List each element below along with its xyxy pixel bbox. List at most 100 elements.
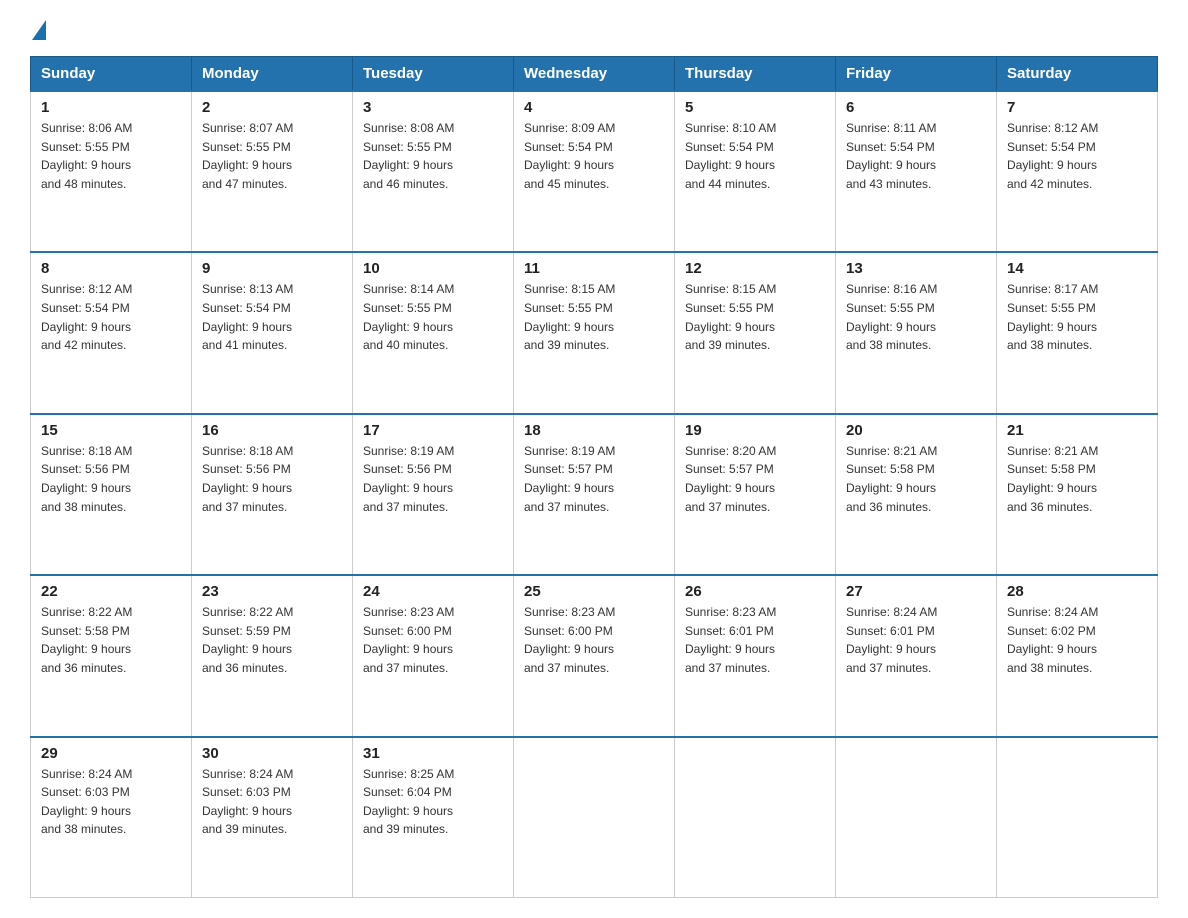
day-number: 13 (846, 260, 986, 277)
day-info: Sunrise: 8:14 AMSunset: 5:55 PMDaylight:… (363, 280, 503, 354)
calendar-cell: 31 Sunrise: 8:25 AMSunset: 6:04 PMDaylig… (353, 737, 514, 898)
day-info: Sunrise: 8:12 AMSunset: 5:54 PMDaylight:… (1007, 119, 1147, 193)
calendar-cell: 12 Sunrise: 8:15 AMSunset: 5:55 PMDaylig… (675, 252, 836, 413)
col-header-wednesday: Wednesday (514, 57, 675, 92)
col-header-tuesday: Tuesday (353, 57, 514, 92)
calendar-cell: 20 Sunrise: 8:21 AMSunset: 5:58 PMDaylig… (836, 414, 997, 575)
calendar-cell: 17 Sunrise: 8:19 AMSunset: 5:56 PMDaylig… (353, 414, 514, 575)
calendar-cell: 26 Sunrise: 8:23 AMSunset: 6:01 PMDaylig… (675, 575, 836, 736)
calendar-cell: 30 Sunrise: 8:24 AMSunset: 6:03 PMDaylig… (192, 737, 353, 898)
day-info: Sunrise: 8:18 AMSunset: 5:56 PMDaylight:… (41, 442, 181, 516)
day-number: 12 (685, 260, 825, 277)
day-info: Sunrise: 8:22 AMSunset: 5:59 PMDaylight:… (202, 603, 342, 677)
calendar-cell: 21 Sunrise: 8:21 AMSunset: 5:58 PMDaylig… (997, 414, 1158, 575)
calendar-cell: 2 Sunrise: 8:07 AMSunset: 5:55 PMDayligh… (192, 91, 353, 252)
calendar-cell: 15 Sunrise: 8:18 AMSunset: 5:56 PMDaylig… (31, 414, 192, 575)
day-number: 22 (41, 583, 181, 600)
day-number: 23 (202, 583, 342, 600)
day-info: Sunrise: 8:08 AMSunset: 5:55 PMDaylight:… (363, 119, 503, 193)
calendar-week-4: 22 Sunrise: 8:22 AMSunset: 5:58 PMDaylig… (31, 575, 1158, 736)
day-number: 4 (524, 99, 664, 116)
calendar-cell (675, 737, 836, 898)
day-number: 9 (202, 260, 342, 277)
calendar-table: SundayMondayTuesdayWednesdayThursdayFrid… (30, 56, 1158, 898)
calendar-cell: 25 Sunrise: 8:23 AMSunset: 6:00 PMDaylig… (514, 575, 675, 736)
day-info: Sunrise: 8:21 AMSunset: 5:58 PMDaylight:… (1007, 442, 1147, 516)
day-info: Sunrise: 8:13 AMSunset: 5:54 PMDaylight:… (202, 280, 342, 354)
day-info: Sunrise: 8:18 AMSunset: 5:56 PMDaylight:… (202, 442, 342, 516)
day-info: Sunrise: 8:21 AMSunset: 5:58 PMDaylight:… (846, 442, 986, 516)
calendar-cell: 22 Sunrise: 8:22 AMSunset: 5:58 PMDaylig… (31, 575, 192, 736)
day-info: Sunrise: 8:20 AMSunset: 5:57 PMDaylight:… (685, 442, 825, 516)
calendar-cell: 4 Sunrise: 8:09 AMSunset: 5:54 PMDayligh… (514, 91, 675, 252)
col-header-friday: Friday (836, 57, 997, 92)
calendar-cell: 29 Sunrise: 8:24 AMSunset: 6:03 PMDaylig… (31, 737, 192, 898)
day-number: 6 (846, 99, 986, 116)
day-number: 2 (202, 99, 342, 116)
calendar-cell: 28 Sunrise: 8:24 AMSunset: 6:02 PMDaylig… (997, 575, 1158, 736)
day-number: 11 (524, 260, 664, 277)
day-info: Sunrise: 8:16 AMSunset: 5:55 PMDaylight:… (846, 280, 986, 354)
day-info: Sunrise: 8:23 AMSunset: 6:00 PMDaylight:… (363, 603, 503, 677)
day-info: Sunrise: 8:09 AMSunset: 5:54 PMDaylight:… (524, 119, 664, 193)
calendar-cell: 1 Sunrise: 8:06 AMSunset: 5:55 PMDayligh… (31, 91, 192, 252)
day-number: 21 (1007, 422, 1147, 439)
day-info: Sunrise: 8:12 AMSunset: 5:54 PMDaylight:… (41, 280, 181, 354)
day-number: 15 (41, 422, 181, 439)
day-info: Sunrise: 8:24 AMSunset: 6:02 PMDaylight:… (1007, 603, 1147, 677)
day-info: Sunrise: 8:23 AMSunset: 6:00 PMDaylight:… (524, 603, 664, 677)
day-number: 14 (1007, 260, 1147, 277)
day-number: 27 (846, 583, 986, 600)
calendar-cell: 24 Sunrise: 8:23 AMSunset: 6:00 PMDaylig… (353, 575, 514, 736)
calendar-cell (514, 737, 675, 898)
day-info: Sunrise: 8:07 AMSunset: 5:55 PMDaylight:… (202, 119, 342, 193)
day-number: 7 (1007, 99, 1147, 116)
day-number: 16 (202, 422, 342, 439)
day-number: 28 (1007, 583, 1147, 600)
calendar-cell (997, 737, 1158, 898)
calendar-header-row: SundayMondayTuesdayWednesdayThursdayFrid… (31, 57, 1158, 92)
calendar-cell: 7 Sunrise: 8:12 AMSunset: 5:54 PMDayligh… (997, 91, 1158, 252)
day-info: Sunrise: 8:10 AMSunset: 5:54 PMDaylight:… (685, 119, 825, 193)
calendar-week-1: 1 Sunrise: 8:06 AMSunset: 5:55 PMDayligh… (31, 91, 1158, 252)
calendar-cell: 16 Sunrise: 8:18 AMSunset: 5:56 PMDaylig… (192, 414, 353, 575)
calendar-cell: 23 Sunrise: 8:22 AMSunset: 5:59 PMDaylig… (192, 575, 353, 736)
calendar-cell: 9 Sunrise: 8:13 AMSunset: 5:54 PMDayligh… (192, 252, 353, 413)
calendar-cell: 6 Sunrise: 8:11 AMSunset: 5:54 PMDayligh… (836, 91, 997, 252)
day-number: 1 (41, 99, 181, 116)
day-number: 20 (846, 422, 986, 439)
day-number: 26 (685, 583, 825, 600)
calendar-cell: 19 Sunrise: 8:20 AMSunset: 5:57 PMDaylig… (675, 414, 836, 575)
day-info: Sunrise: 8:15 AMSunset: 5:55 PMDaylight:… (685, 280, 825, 354)
day-number: 17 (363, 422, 503, 439)
calendar-cell: 5 Sunrise: 8:10 AMSunset: 5:54 PMDayligh… (675, 91, 836, 252)
calendar-cell: 11 Sunrise: 8:15 AMSunset: 5:55 PMDaylig… (514, 252, 675, 413)
calendar-cell: 3 Sunrise: 8:08 AMSunset: 5:55 PMDayligh… (353, 91, 514, 252)
col-header-saturday: Saturday (997, 57, 1158, 92)
day-number: 18 (524, 422, 664, 439)
day-info: Sunrise: 8:24 AMSunset: 6:03 PMDaylight:… (202, 765, 342, 839)
day-info: Sunrise: 8:22 AMSunset: 5:58 PMDaylight:… (41, 603, 181, 677)
day-number: 8 (41, 260, 181, 277)
calendar-cell: 13 Sunrise: 8:16 AMSunset: 5:55 PMDaylig… (836, 252, 997, 413)
calendar-cell: 27 Sunrise: 8:24 AMSunset: 6:01 PMDaylig… (836, 575, 997, 736)
day-number: 24 (363, 583, 503, 600)
col-header-sunday: Sunday (31, 57, 192, 92)
col-header-monday: Monday (192, 57, 353, 92)
header (30, 20, 1158, 38)
day-info: Sunrise: 8:24 AMSunset: 6:01 PMDaylight:… (846, 603, 986, 677)
calendar-cell (836, 737, 997, 898)
day-number: 30 (202, 745, 342, 762)
day-number: 25 (524, 583, 664, 600)
calendar-week-3: 15 Sunrise: 8:18 AMSunset: 5:56 PMDaylig… (31, 414, 1158, 575)
day-info: Sunrise: 8:19 AMSunset: 5:57 PMDaylight:… (524, 442, 664, 516)
day-number: 31 (363, 745, 503, 762)
logo (30, 20, 46, 38)
calendar-cell: 8 Sunrise: 8:12 AMSunset: 5:54 PMDayligh… (31, 252, 192, 413)
day-info: Sunrise: 8:25 AMSunset: 6:04 PMDaylight:… (363, 765, 503, 839)
day-number: 29 (41, 745, 181, 762)
day-info: Sunrise: 8:17 AMSunset: 5:55 PMDaylight:… (1007, 280, 1147, 354)
calendar-cell: 14 Sunrise: 8:17 AMSunset: 5:55 PMDaylig… (997, 252, 1158, 413)
col-header-thursday: Thursday (675, 57, 836, 92)
calendar-week-5: 29 Sunrise: 8:24 AMSunset: 6:03 PMDaylig… (31, 737, 1158, 898)
